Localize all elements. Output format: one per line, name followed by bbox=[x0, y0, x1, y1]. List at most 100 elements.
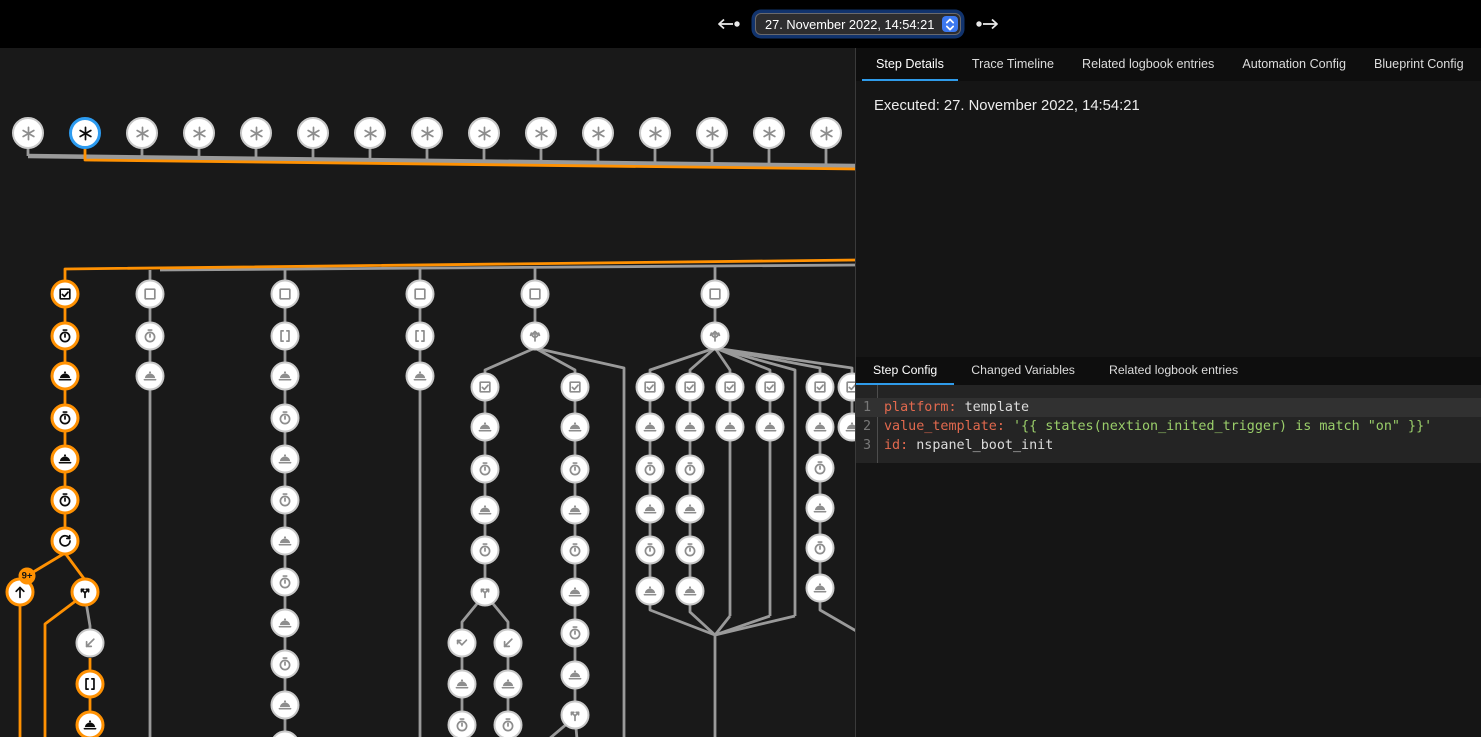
trace-node-service[interactable] bbox=[561, 413, 590, 442]
trace-node-service[interactable] bbox=[636, 577, 665, 606]
trace-node-checkbox[interactable] bbox=[471, 373, 500, 402]
trace-node-asterisk[interactable] bbox=[240, 117, 272, 149]
trace-node-asterisk[interactable] bbox=[183, 117, 215, 149]
trace-node-timer[interactable] bbox=[448, 711, 477, 737]
trace-node-timer[interactable] bbox=[494, 711, 523, 737]
trace-node-service[interactable] bbox=[51, 445, 80, 474]
trace-node-timer[interactable] bbox=[561, 536, 590, 565]
trace-node-asterisk[interactable] bbox=[582, 117, 614, 149]
trace-node-asterisk[interactable] bbox=[525, 117, 557, 149]
trace-node-service[interactable] bbox=[636, 413, 665, 442]
trace-node-call-missed[interactable] bbox=[448, 629, 477, 658]
trace-node-square[interactable] bbox=[136, 280, 165, 309]
trace-node-timer[interactable] bbox=[636, 455, 665, 484]
trace-node-timer[interactable] bbox=[471, 455, 500, 484]
subtab-related-logbook-entries[interactable]: Related logbook entries bbox=[1092, 357, 1255, 385]
previous-run-icon[interactable] bbox=[716, 12, 742, 36]
trace-node-asterisk[interactable] bbox=[69, 117, 101, 149]
trace-node-service[interactable] bbox=[471, 496, 500, 525]
trace-node-service[interactable] bbox=[636, 495, 665, 524]
trace-node-timer[interactable] bbox=[51, 404, 80, 433]
trace-node-asterisk[interactable] bbox=[810, 117, 842, 149]
trace-node-square[interactable] bbox=[701, 280, 730, 309]
trace-run-select[interactable]: 27. November 2022, 14:54:21 bbox=[755, 13, 961, 35]
trace-node-service[interactable] bbox=[471, 413, 500, 442]
trace-node-service[interactable] bbox=[271, 691, 300, 720]
tab-step-details[interactable]: Step Details bbox=[862, 48, 958, 81]
trace-node-timer[interactable] bbox=[271, 404, 300, 433]
trace-node-service[interactable] bbox=[136, 362, 165, 391]
trace-node-arrow-down-left[interactable] bbox=[76, 629, 105, 658]
trace-node-checkbox[interactable] bbox=[756, 373, 785, 402]
trace-node-service[interactable] bbox=[561, 578, 590, 607]
trace-node-checkbox[interactable] bbox=[716, 373, 745, 402]
trace-node-timer[interactable] bbox=[271, 486, 300, 515]
trace-node-timer[interactable] bbox=[636, 536, 665, 565]
trace-node-service[interactable] bbox=[806, 413, 835, 442]
trace-node-service[interactable] bbox=[756, 413, 785, 442]
trace-node-asterisk[interactable] bbox=[696, 117, 728, 149]
trace-node-timer[interactable] bbox=[806, 534, 835, 563]
trace-node-timer[interactable] bbox=[51, 322, 80, 351]
trace-node-timer[interactable] bbox=[561, 455, 590, 484]
trace-node-service[interactable] bbox=[406, 362, 435, 391]
trace-node-square[interactable] bbox=[271, 280, 300, 309]
trace-node-service[interactable] bbox=[51, 362, 80, 391]
trace-node-timer[interactable] bbox=[471, 536, 500, 565]
trace-node-service[interactable] bbox=[676, 495, 705, 524]
trace-node-service[interactable] bbox=[806, 494, 835, 523]
trace-node-square[interactable] bbox=[521, 280, 550, 309]
trace-node-checkbox[interactable] bbox=[676, 373, 705, 402]
trace-node-service[interactable] bbox=[448, 670, 477, 699]
trace-node-timer[interactable] bbox=[271, 650, 300, 679]
trace-node-brackets[interactable] bbox=[271, 322, 300, 351]
trace-node-brackets[interactable] bbox=[406, 322, 435, 351]
trace-node-timer[interactable] bbox=[676, 455, 705, 484]
trace-node-service[interactable] bbox=[676, 413, 705, 442]
trace-node-timer[interactable] bbox=[51, 486, 80, 515]
trace-node-service[interactable] bbox=[76, 711, 105, 737]
trace-node-choose[interactable] bbox=[701, 322, 730, 351]
trace-node-split[interactable] bbox=[561, 701, 590, 730]
trace-node-checkbox[interactable] bbox=[51, 280, 80, 309]
trace-node-timer[interactable] bbox=[676, 536, 705, 565]
trace-node-split[interactable] bbox=[471, 578, 500, 607]
next-run-icon[interactable] bbox=[974, 12, 1000, 36]
trace-node-timer[interactable] bbox=[806, 454, 835, 483]
trace-node-service[interactable] bbox=[676, 577, 705, 606]
trace-node-timer[interactable] bbox=[561, 619, 590, 648]
trace-node-checkbox[interactable] bbox=[636, 373, 665, 402]
trace-node-repeat[interactable] bbox=[51, 527, 80, 556]
trace-node-square[interactable] bbox=[406, 280, 435, 309]
trace-node-service[interactable] bbox=[271, 609, 300, 638]
subtab-changed-variables[interactable]: Changed Variables bbox=[954, 357, 1092, 385]
trace-node-service[interactable] bbox=[716, 413, 745, 442]
trace-node-brackets[interactable] bbox=[76, 670, 105, 699]
subtab-step-config[interactable]: Step Config bbox=[856, 357, 954, 385]
trace-node-asterisk[interactable] bbox=[753, 117, 785, 149]
trace-node-service[interactable] bbox=[271, 445, 300, 474]
tab-blueprint-config[interactable]: Blueprint Config bbox=[1360, 48, 1478, 81]
trace-node-service[interactable] bbox=[271, 362, 300, 391]
trace-node-asterisk[interactable] bbox=[639, 117, 671, 149]
trace-node-service[interactable] bbox=[561, 496, 590, 525]
trace-node-timer[interactable] bbox=[136, 322, 165, 351]
trace-node-asterisk[interactable] bbox=[12, 117, 44, 149]
trace-node-arrow-down-left[interactable] bbox=[494, 629, 523, 658]
trace-node-timer[interactable] bbox=[271, 568, 300, 597]
trace-node-checkbox[interactable] bbox=[806, 373, 835, 402]
trace-node-checkbox[interactable] bbox=[561, 373, 590, 402]
trace-node-asterisk[interactable] bbox=[297, 117, 329, 149]
tab-trace-timeline[interactable]: Trace Timeline bbox=[958, 48, 1068, 81]
trace-node-asterisk[interactable] bbox=[126, 117, 158, 149]
trace-node-split[interactable] bbox=[71, 578, 100, 607]
trace-node-choose[interactable] bbox=[521, 322, 550, 351]
trace-node-asterisk[interactable] bbox=[354, 117, 386, 149]
trace-node-asterisk[interactable] bbox=[468, 117, 500, 149]
trace-node-service[interactable] bbox=[271, 527, 300, 556]
tab-related-logbook-entries[interactable]: Related logbook entries bbox=[1068, 48, 1228, 81]
trace-node-service[interactable] bbox=[494, 670, 523, 699]
trace-node-service[interactable] bbox=[806, 574, 835, 603]
trace-node-asterisk[interactable] bbox=[411, 117, 443, 149]
trace-node-service[interactable] bbox=[561, 661, 590, 690]
